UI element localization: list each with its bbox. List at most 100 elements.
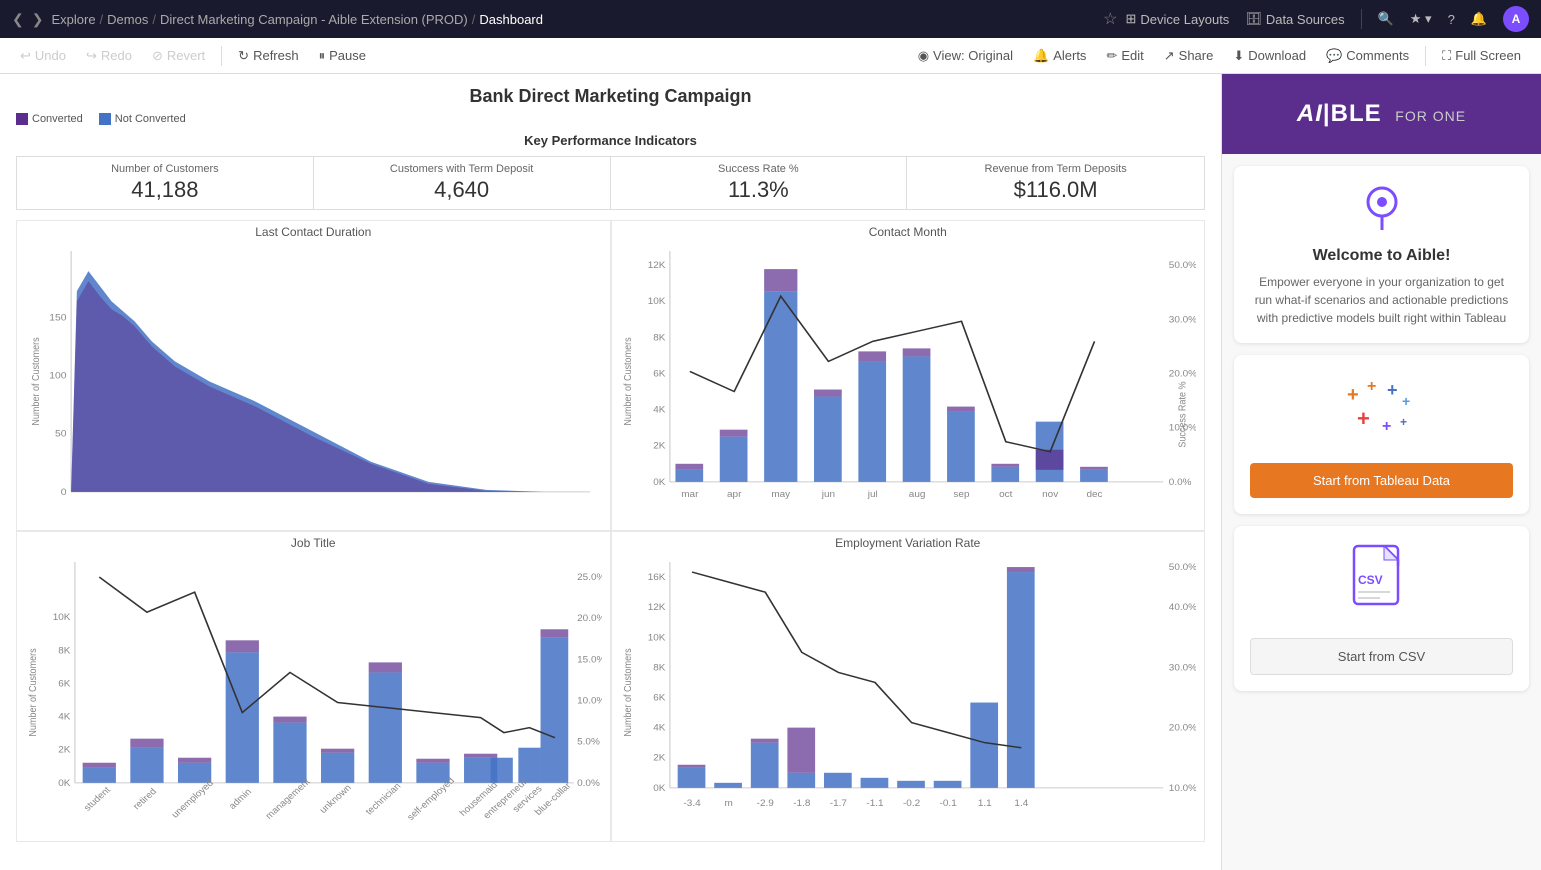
favorite-star-icon[interactable]: ☆ <box>1103 9 1117 29</box>
start-from-tableau-button[interactable]: Start from Tableau Data <box>1250 463 1513 498</box>
revert-icon: ⊘ <box>152 48 163 64</box>
legend: Converted Not Converted <box>16 113 1205 125</box>
toolbar-sep-1 <box>221 46 222 66</box>
svg-text:30.0%: 30.0% <box>1168 663 1196 673</box>
svg-text:4K: 4K <box>653 405 666 415</box>
svg-text:10K: 10K <box>647 633 665 643</box>
view-original-button[interactable]: ◉ View: Original <box>910 44 1021 68</box>
edit-icon: ✏ <box>1106 48 1117 64</box>
svg-text:20.0%: 20.0% <box>1168 723 1196 733</box>
edit-label: Edit <box>1121 48 1143 63</box>
svg-text:-0.1: -0.1 <box>939 798 956 808</box>
kpi-customers: Number of Customers 41,188 <box>17 157 314 209</box>
svg-text:admin: admin <box>227 787 254 812</box>
breadcrumb-dashboard-name[interactable]: Direct Marketing Campaign - Aible Extens… <box>160 12 468 27</box>
kpi-revenue: Revenue from Term Deposits $116.0M <box>907 157 1204 209</box>
kpi-success-rate-label: Success Rate % <box>619 163 899 175</box>
chart-job-title: Job Title Number of Customers 0K 2K 4K 6… <box>16 531 611 842</box>
dashboard-title: Bank Direct Marketing Campaign <box>16 86 1205 107</box>
comments-button[interactable]: 💬 Comments <box>1318 44 1417 68</box>
redo-icon: ↪ <box>86 48 97 64</box>
svg-text:6K: 6K <box>653 369 666 379</box>
svg-text:12K: 12K <box>647 603 665 613</box>
chart-contact-month-svg: Number of Customers Success Rate % 0K 2K… <box>620 241 1197 522</box>
bell-icon[interactable]: 🔔 <box>1471 11 1487 27</box>
breadcrumb-explore[interactable]: Explore <box>51 12 95 27</box>
svg-text:2K: 2K <box>58 745 71 755</box>
svg-text:unemployed: unemployed <box>170 778 217 820</box>
nav-forward-arrow[interactable]: ❯ <box>32 11 44 28</box>
svg-text:+: + <box>1357 406 1370 431</box>
sidebar-header: AI|BLE FOR ONE <box>1222 74 1541 154</box>
breadcrumb-demos[interactable]: Demos <box>107 12 148 27</box>
svg-text:30.0%: 30.0% <box>1168 315 1196 325</box>
data-sources-btn[interactable]: 🗄 Data Sources <box>1245 11 1344 27</box>
kpi-customers-value: 41,188 <box>25 177 305 203</box>
main-content: Bank Direct Marketing Campaign Converted… <box>0 74 1541 870</box>
refresh-icon: ↻ <box>238 48 249 64</box>
svg-text:6K: 6K <box>58 679 71 689</box>
svg-text:0.0%: 0.0% <box>1168 477 1191 487</box>
welcome-description: Empower everyone in your organization to… <box>1250 273 1513 327</box>
tableau-card: + + + + + + + Start from Tableau Data <box>1234 355 1529 514</box>
plus-icons-decoration: + + + + + + + <box>1250 371 1513 451</box>
svg-text:+: + <box>1382 418 1391 435</box>
undo-button[interactable]: ↩ Undo <box>12 44 74 68</box>
svg-text:-1.1: -1.1 <box>866 798 883 808</box>
legend-converted: Converted <box>16 113 83 125</box>
svg-text:20.0%: 20.0% <box>1168 369 1196 379</box>
svg-text:Number of Customers: Number of Customers <box>28 648 40 736</box>
help-icon[interactable]: ? <box>1448 12 1455 27</box>
svg-text:10.0%: 10.0% <box>1168 783 1196 793</box>
bookmark-icon[interactable]: ★ ▾ <box>1410 11 1432 27</box>
legend-not-converted: Not Converted <box>99 113 186 125</box>
welcome-card: Welcome to Aible! Empower everyone in yo… <box>1234 166 1529 343</box>
view-original-icon: ◉ <box>918 48 929 64</box>
svg-text:10K: 10K <box>53 613 71 623</box>
kpi-row: Number of Customers 41,188 Customers wit… <box>16 156 1205 210</box>
svg-text:may: may <box>771 489 790 499</box>
aible-logo-text: AI|BLE FOR ONE <box>1297 100 1466 128</box>
redo-label: Redo <box>101 48 132 63</box>
share-label: Share <box>1179 48 1214 63</box>
svg-text:8K: 8K <box>653 663 666 673</box>
nav-back-arrow[interactable]: ❮ <box>12 11 24 28</box>
legend-converted-color <box>16 113 28 125</box>
comments-label: Comments <box>1346 48 1409 63</box>
chart-employment-variation-svg: Number of Customers 0K 2K 4K 6K 8K 10K 1… <box>620 552 1197 833</box>
svg-text:4K: 4K <box>653 723 666 733</box>
edit-button[interactable]: ✏ Edit <box>1098 44 1151 68</box>
alerts-label: Alerts <box>1053 48 1086 63</box>
kpi-term-deposit-value: 4,640 <box>322 177 602 203</box>
svg-text:apr: apr <box>726 489 740 499</box>
full-screen-label: Full Screen <box>1455 48 1521 63</box>
search-icon[interactable]: 🔍 <box>1378 11 1394 27</box>
svg-text:oct: oct <box>999 489 1013 499</box>
legend-not-converted-color <box>99 113 111 125</box>
device-layouts-btn[interactable]: ⊞ Device Layouts <box>1126 11 1230 27</box>
svg-text:150: 150 <box>49 313 67 323</box>
kpi-success-rate-value: 11.3% <box>619 177 899 203</box>
pause-button[interactable]: ⏸ Pause <box>311 44 374 68</box>
share-button[interactable]: ↗ Share <box>1156 44 1222 68</box>
undo-label: Undo <box>35 48 66 63</box>
refresh-button[interactable]: ↻ Refresh <box>230 44 306 68</box>
user-avatar[interactable]: A <box>1503 6 1529 32</box>
revert-button[interactable]: ⊘ Revert <box>144 44 213 68</box>
svg-text:+: + <box>1367 378 1376 395</box>
toolbar-sep-2 <box>1425 46 1426 66</box>
svg-text:2K: 2K <box>653 753 666 763</box>
dashboard-panel: Bank Direct Marketing Campaign Converted… <box>0 74 1221 870</box>
redo-button[interactable]: ↪ Redo <box>78 44 140 68</box>
start-from-csv-button[interactable]: Start from CSV <box>1250 638 1513 675</box>
svg-text:4K: 4K <box>58 712 71 722</box>
right-sidebar: AI|BLE FOR ONE Welcome to Aible! Empower… <box>1221 74 1541 870</box>
full-screen-button[interactable]: ⛶ Full Screen <box>1434 44 1529 68</box>
svg-text:2K: 2K <box>653 441 666 451</box>
svg-text:-1.7: -1.7 <box>829 798 846 808</box>
kpi-revenue-value: $116.0M <box>915 177 1196 203</box>
svg-text:25.0%: 25.0% <box>577 573 601 583</box>
alerts-button[interactable]: 🔔 Alerts <box>1025 44 1094 68</box>
download-button[interactable]: ⬇ Download <box>1225 44 1314 68</box>
chart-last-contact-title: Last Contact Duration <box>25 225 602 239</box>
